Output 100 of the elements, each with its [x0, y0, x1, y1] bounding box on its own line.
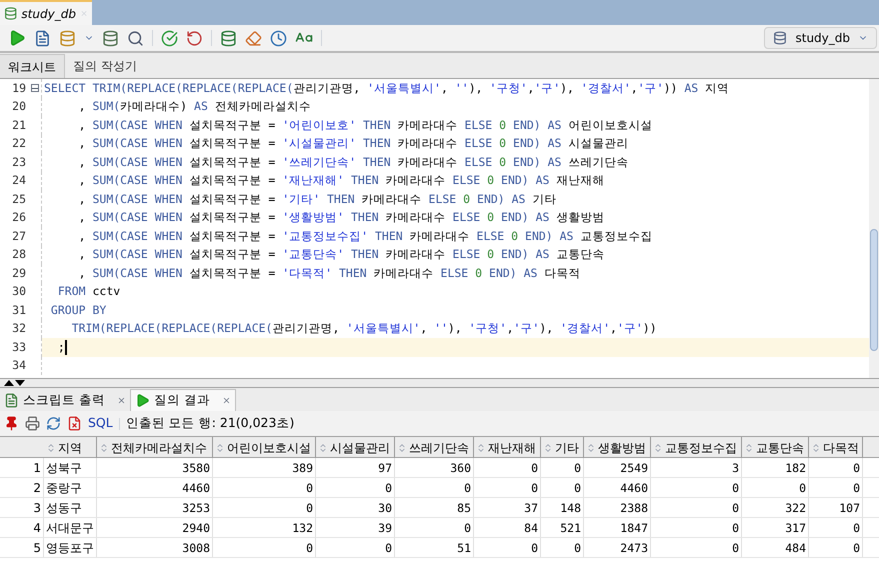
sort-icon[interactable] [397, 442, 407, 452]
column-header[interactable]: 다목적 [809, 437, 863, 458]
sort-icon[interactable] [476, 442, 486, 452]
table-cell: 148 [541, 498, 584, 517]
editor-tab[interactable]: 워크시트 [0, 54, 65, 78]
fetch-status: 인출된 모든 행: 21(0,023초) [126, 414, 294, 432]
sort-icon[interactable] [543, 442, 553, 452]
line-number: 25 [11, 190, 27, 208]
table-cell: 39 [316, 518, 395, 537]
table-cell: 3253 [97, 498, 213, 517]
table-cell: 97 [316, 458, 395, 477]
output-tab[interactable]: 스크립트 출력 [0, 389, 130, 411]
line-number: 27 [11, 228, 27, 245]
table-cell: 영등포구 [44, 538, 97, 557]
table-cell: 484 [742, 538, 809, 557]
close-icon[interactable] [116, 396, 126, 404]
database-icon[interactable] [220, 30, 237, 46]
sort-icon[interactable] [46, 442, 56, 452]
sort-icon[interactable] [653, 442, 663, 452]
table-cell: 중랑구 [44, 478, 97, 497]
table-cell: 0 [809, 518, 863, 537]
column-header[interactable]: 어린이보호시설 [213, 437, 316, 458]
editor-tab[interactable]: 질의 작성기 [65, 54, 145, 78]
code-line: , SUM(CASE WHEN 설치목적구분 = '생활방범' THEN 카메라대수 ELSE 0 END) AS 생활방범 [78, 209, 604, 226]
sort-icon[interactable] [318, 442, 328, 452]
pin-icon[interactable] [4, 416, 19, 431]
database-icon[interactable] [102, 30, 119, 46]
check-icon[interactable] [161, 30, 178, 46]
table-cell: 0 [809, 478, 863, 497]
column-header[interactable]: 교통정보수집 [651, 437, 742, 458]
sort-icon[interactable] [744, 442, 754, 452]
refresh-icon[interactable] [46, 416, 61, 431]
line-number: 20 [11, 98, 27, 116]
table-cell: 2388 [584, 498, 651, 517]
table-cell: 37 [474, 498, 541, 517]
undo-icon[interactable] [186, 30, 203, 46]
line-number: 30 [11, 283, 27, 300]
table-cell: 132 [213, 518, 316, 537]
row-number: 4 [0, 518, 44, 537]
code-line: FROM cctv [56, 283, 120, 300]
table-cell: 0 [474, 538, 541, 557]
column-header[interactable]: 기타 [541, 437, 584, 458]
table-cell: 0 [395, 518, 474, 537]
column-header[interactable]: 쓰레기단속 [395, 437, 474, 458]
table-cell: 2473 [584, 538, 651, 557]
line-number: 33 [11, 338, 27, 356]
code-line: , SUM(CASE WHEN 설치목적구분 = '교통정보수집' THEN 카메라대수 ELSE 0 END) AS 교통정보수집 [78, 228, 652, 245]
close-icon[interactable] [222, 396, 231, 405]
table-cell: 0 [651, 478, 742, 497]
table-cell: 0 [541, 478, 584, 497]
column-header[interactable]: 교통단속 [742, 437, 809, 458]
print-icon[interactable] [25, 416, 40, 431]
sql-link[interactable]: SQL [88, 414, 113, 433]
line-number: 19 [11, 80, 27, 97]
sort-icon[interactable] [811, 442, 821, 452]
column-header[interactable]: 재난재해 [474, 437, 541, 458]
row-number: 2 [0, 478, 44, 497]
sort-icon[interactable] [99, 442, 109, 452]
sort-icon[interactable] [215, 442, 225, 452]
eraser-icon[interactable] [245, 30, 262, 46]
document-icon[interactable] [34, 30, 51, 46]
line-number: 21 [11, 116, 27, 134]
table-cell: 0 [474, 458, 541, 477]
document-tab[interactable]: study_db [0, 0, 92, 25]
sort-icon[interactable] [586, 442, 596, 452]
line-number: 31 [11, 302, 27, 319]
line-number: 22 [11, 135, 27, 152]
code-line: , SUM(CASE WHEN 설치목적구분 = '기타' THEN 카메라대수 ELSE 0 END) AS 기타 [78, 190, 556, 208]
table-cell: 4460 [97, 478, 213, 497]
fold-icon[interactable] [30, 84, 38, 92]
table-cell: 389 [213, 458, 316, 477]
scroll-thumb[interactable] [870, 229, 878, 351]
run-icon[interactable] [8, 29, 26, 47]
output-tab[interactable]: 질의 결과 [130, 389, 236, 411]
table-cell: 3580 [97, 458, 213, 477]
table-cell: 51 [395, 538, 474, 557]
scrollbar[interactable] [869, 79, 879, 378]
database-icon[interactable] [59, 30, 76, 46]
table-cell: 성북구 [44, 458, 97, 477]
table-cell: 2549 [584, 458, 651, 477]
column-header[interactable]: 생활방범 [584, 437, 651, 458]
column-header[interactable]: 지역 [44, 437, 97, 458]
column-header[interactable]: 시설물관리 [316, 437, 395, 458]
line-number: 32 [11, 320, 27, 338]
code-line: , SUM(CASE WHEN 설치목적구분 = '쓰레기단속' THEN 카메라대수 ELSE 0 END) AS 쓰레기단속 [78, 154, 628, 171]
clock-icon[interactable] [270, 30, 287, 46]
table-cell: 85 [395, 498, 474, 517]
table-cell: 0 [742, 478, 809, 497]
search-icon[interactable] [127, 30, 144, 46]
table-cell: 2940 [97, 518, 213, 537]
code-line: GROUP BY [50, 302, 106, 319]
run-icon [134, 393, 150, 408]
table-cell: 1847 [584, 518, 651, 537]
connection-selector[interactable]: study_db [764, 27, 877, 49]
database-icon [4, 6, 18, 21]
cancel-icon[interactable] [67, 416, 82, 431]
column-header[interactable]: 전체카메라설치수 [97, 437, 213, 458]
table-cell: 0 [541, 538, 584, 557]
table-cell: 4460 [584, 478, 651, 497]
table-cell: 322 [742, 498, 809, 517]
